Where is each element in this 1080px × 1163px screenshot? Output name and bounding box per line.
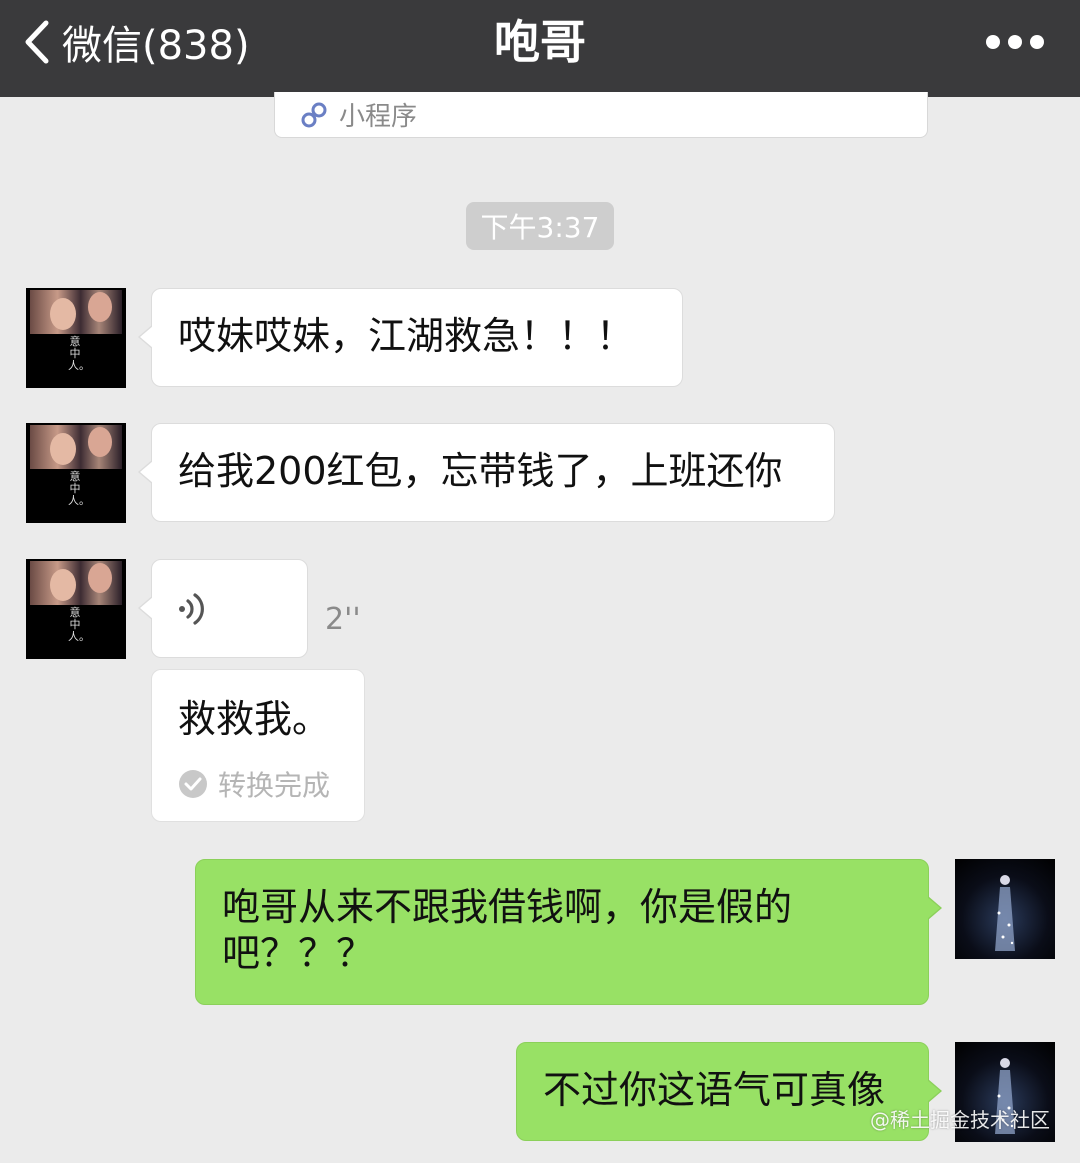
nav-bar: 微信(838) 咆哥 <box>0 0 1080 97</box>
my-avatar[interactable] <box>955 859 1055 959</box>
mini-program-label: 小程序 <box>339 102 418 132</box>
contact-avatar[interactable]: 意中人。 <box>26 423 126 523</box>
message-text: 不过你这语气可真像 <box>543 1068 886 1112</box>
transcript-status: 转换完成 <box>178 764 330 804</box>
avatar-caption: 意中人。 <box>68 606 90 643</box>
mini-program-card[interactable]: 小程序 <box>274 92 928 138</box>
avatar-figure <box>995 875 1015 951</box>
contact-avatar[interactable]: 意中人。 <box>26 559 126 659</box>
contact-avatar[interactable]: 意中人。 <box>26 288 126 388</box>
avatar-caption: 意中人。 <box>68 470 90 507</box>
voice-duration: 2'' <box>325 602 361 637</box>
message-text: 给我200红包，忘带钱了，上班还你 <box>178 449 783 493</box>
message-text: 咆哥从来不跟我借钱啊，你是假的吧？？？ <box>222 885 793 975</box>
voice-transcript[interactable]: 救救我。 转换完成 <box>151 669 365 822</box>
message-text: 哎妹哎妹，江湖救急！！！ <box>178 314 635 358</box>
voice-message-bubble[interactable] <box>138 559 308 658</box>
message-bubble[interactable]: 哎妹哎妹，江湖救急！！！ <box>138 288 683 387</box>
watermark: @稀土掘金技术社区 <box>870 1108 1050 1132</box>
message-timestamp: 下午3:37 <box>466 202 614 250</box>
chat-title: 咆哥 <box>494 15 586 69</box>
message-bubble-self[interactable]: 咆哥从来不跟我借钱啊，你是假的吧？？？ <box>195 859 942 1005</box>
message-bubble[interactable]: 给我200红包，忘带钱了，上班还你 <box>138 423 835 522</box>
transcript-status-label: 转换完成 <box>218 769 331 802</box>
avatar-caption: 意中人。 <box>68 335 90 372</box>
mini-program-link-icon <box>301 102 327 127</box>
check-circle-icon <box>179 770 207 798</box>
voice-wave-icon <box>179 593 204 625</box>
message-bubble-self[interactable]: 不过你这语气可真像 <box>516 1042 942 1141</box>
transcript-text: 救救我。 <box>178 697 331 741</box>
more-dots-icon[interactable] <box>986 32 1044 52</box>
